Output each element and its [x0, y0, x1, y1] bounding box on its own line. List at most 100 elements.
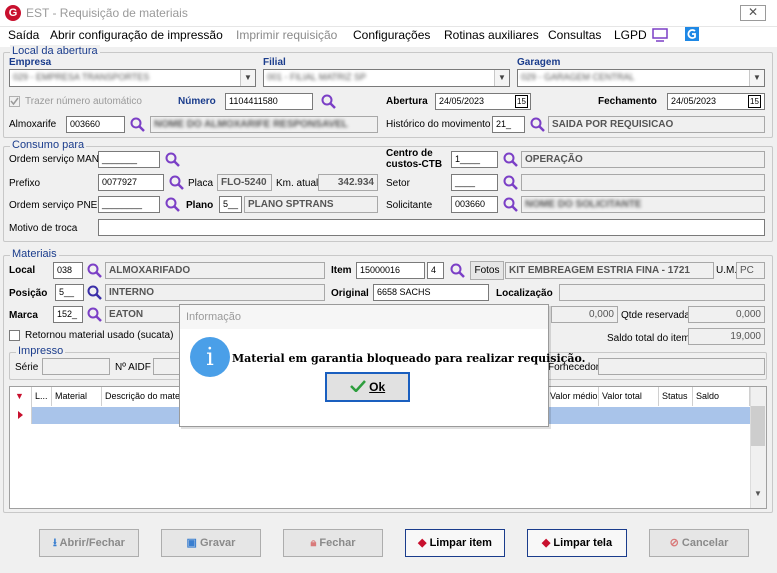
historico-input[interactable]: 21_ [492, 116, 525, 133]
cancelar-label: Cancelar [681, 537, 729, 549]
local-search-icon[interactable] [86, 262, 103, 279]
solicitante-input[interactable]: 003660 [451, 196, 498, 213]
os-pne-label: Ordem serviço PNE [9, 200, 98, 211]
numero-label: Número [178, 96, 216, 107]
window-close-button[interactable]: ✕ [740, 5, 766, 21]
solicitante-search-icon[interactable] [502, 196, 519, 213]
serie-field [42, 358, 110, 375]
historico-desc-field: SAIDA POR REQUISICAO [548, 116, 765, 133]
menu-lgpd[interactable]: LGPD [614, 28, 647, 42]
local-desc-field: ALMOXARIFADO [105, 262, 325, 279]
abertura-calendar-icon[interactable]: 15 [515, 95, 528, 108]
info-dialog-title: Informação [180, 305, 548, 329]
empresa-select[interactable]: 029 - EMPRESA TRANSPORTES [9, 69, 256, 87]
posicao-input[interactable]: 5__ [55, 284, 84, 301]
os-pne-input[interactable]: ________ [98, 196, 160, 213]
fechar-label: Fechar [319, 537, 356, 549]
garagem-select[interactable]: 029 - GARAGEM CENTRAL [517, 69, 765, 87]
menu-imprimir-requisicao[interactable]: Imprimir requisição [236, 28, 337, 42]
setor-desc-field [521, 174, 765, 191]
original-input[interactable]: 6658 SACHS [373, 284, 489, 301]
grid-col-4[interactable]: Valor total [599, 387, 659, 406]
prefixo-search-icon[interactable] [168, 174, 185, 191]
solicitante-name: NOME DO SOLICITANTE [525, 199, 642, 210]
grid-col-6[interactable]: Saldo [693, 387, 750, 406]
numero-input[interactable]: 1104411580 [225, 93, 313, 110]
garagem-chevron-down-icon[interactable]: ▼ [749, 70, 764, 86]
setor-search-icon[interactable] [502, 174, 519, 191]
km-field: 342.934 [318, 174, 378, 191]
centro-input[interactable]: 1____ [451, 151, 498, 168]
fornecedor-field [598, 358, 765, 375]
os-pne-search-icon[interactable] [164, 196, 181, 213]
qtde-reservada-field: 0,000 [688, 306, 765, 323]
saldo-label: Saldo total do item [607, 333, 690, 344]
item-search-icon[interactable] [449, 262, 466, 279]
grid-col-5[interactable]: Status [659, 387, 693, 406]
filial-value: 001 - FILIAL MATRIZ SP [267, 72, 367, 82]
ok-button[interactable]: Ok [325, 372, 410, 402]
gravar-label: Gravar [199, 537, 236, 549]
prefixo-input[interactable]: 0077927 [98, 174, 164, 191]
placa-label: Placa [188, 178, 214, 189]
menu-saida[interactable]: Saída [8, 28, 39, 42]
marca-search-icon[interactable] [86, 306, 103, 323]
menu-abrir-configuracao[interactable]: Abrir configuração de impressão [50, 28, 223, 42]
almoxarife-label: Almoxarife [9, 119, 57, 130]
almoxarife-input[interactable]: 003660 [66, 116, 125, 133]
app-shortcut-icon[interactable] [684, 26, 700, 42]
menu-configuracoes[interactable]: Configurações [353, 28, 430, 42]
grid-col-0[interactable]: L... [32, 387, 52, 406]
quantity-field: 0,000 [551, 306, 618, 323]
serie-label: Série [15, 362, 39, 373]
centro-search-icon[interactable] [502, 151, 519, 168]
empresa-chevron-down-icon[interactable]: ▼ [240, 70, 255, 86]
posicao-label: Posição [9, 288, 48, 299]
marca-desc-field: EATON [105, 306, 180, 323]
marca-label: Marca [9, 310, 38, 321]
menu-rotinas-auxiliares[interactable]: Rotinas auxiliares [444, 28, 539, 42]
os-man-search-icon[interactable] [164, 151, 181, 168]
menu-consultas[interactable]: Consultas [548, 28, 601, 42]
fotos-button[interactable]: Fotos [470, 261, 504, 280]
item-seq-input[interactable]: 4 [427, 262, 444, 279]
monitor-icon[interactable] [651, 27, 669, 43]
centro-desc-field: OPERAÇÃO [521, 151, 765, 168]
filial-select[interactable]: 001 - FILIAL MATRIZ SP [263, 69, 510, 87]
fechar-button[interactable]: 🔒︎ Fechar [283, 529, 383, 557]
centro-label-1: Centro de [386, 148, 433, 159]
cancelar-button[interactable]: ⊘ Cancelar [649, 529, 749, 557]
item-input[interactable]: 15000016 [356, 262, 425, 279]
marca-input[interactable]: 152_ [53, 306, 83, 323]
local-input[interactable]: 038 [53, 262, 83, 279]
gravar-button[interactable]: ▣ Gravar [161, 529, 261, 557]
motivo-input[interactable] [98, 219, 765, 236]
historico-search-icon[interactable] [529, 116, 546, 133]
almoxarife-search-icon[interactable] [129, 116, 146, 133]
filial-chevron-down-icon[interactable]: ▼ [494, 70, 509, 86]
trazer-numero-checkbox[interactable] [9, 96, 20, 107]
retornou-checkbox[interactable] [9, 330, 20, 341]
fechamento-calendar-icon[interactable]: 15 [748, 95, 761, 108]
grid-col-1[interactable]: Material [52, 387, 102, 406]
plano-input[interactable]: 5__ [219, 196, 242, 213]
garagem-value: 029 - GARAGEM CENTRAL [521, 72, 635, 82]
item-label: Item [331, 265, 352, 276]
grid-scroll-thumb[interactable] [751, 406, 765, 446]
trazer-numero-label: Trazer número automático [25, 96, 142, 107]
numero-search-icon[interactable] [320, 93, 337, 110]
abrir-fechar-button[interactable]: ⭳ Abrir/Fechar [39, 529, 139, 557]
setor-input[interactable]: ____ [451, 174, 498, 191]
os-man-input[interactable]: _______ [98, 151, 160, 168]
app-logo-icon: G [5, 5, 21, 21]
window-title: EST - Requisição de materiais [26, 6, 188, 20]
limpar-tela-button[interactable]: ◆ Limpar tela [527, 529, 627, 557]
localizacao-label: Localização [496, 288, 553, 299]
grid-scroll-down-icon[interactable]: ▼ [751, 489, 765, 504]
grid-col-3[interactable]: Valor médio [547, 387, 599, 406]
grid-row-indicator [10, 406, 32, 424]
grid-col-2[interactable]: Descrição do material [102, 387, 182, 406]
posicao-search-icon[interactable] [86, 284, 103, 301]
limpar-item-button[interactable]: ◆ Limpar item [405, 529, 505, 557]
grid-sort-indicator-icon[interactable]: ▼ [10, 387, 32, 406]
